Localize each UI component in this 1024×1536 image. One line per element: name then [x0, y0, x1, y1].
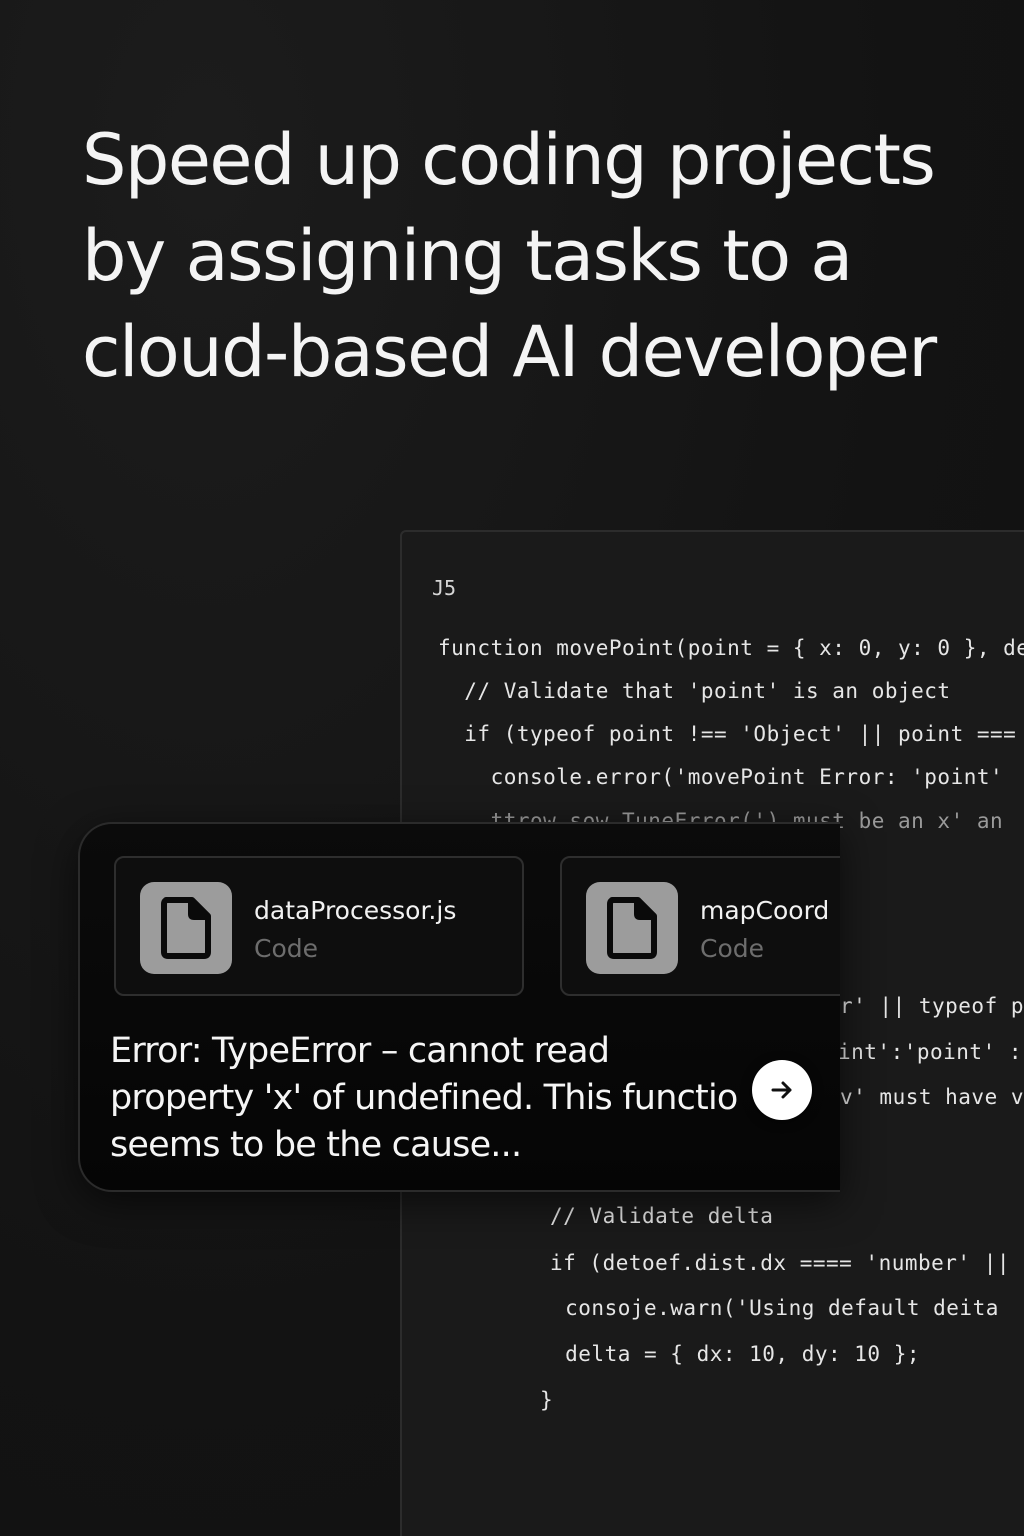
- code-language-label: J5: [432, 576, 457, 600]
- file-icon: [586, 882, 678, 974]
- headline-line-3: cloud-based AI developer: [82, 311, 937, 393]
- task-message-line-3: seems to be the cause...: [110, 1125, 522, 1165]
- code-line: console.error('movePoint Error: 'point': [438, 765, 1004, 789]
- task-message-line-2: property 'x' of undefined. This functio: [110, 1078, 738, 1118]
- code-line: consoje.warn('Using default deita: [552, 1296, 999, 1320]
- code-line: // Validate that 'point' is an object: [438, 679, 951, 703]
- headline-line-2: by assigning tasks to a: [82, 215, 853, 297]
- code-line: int':'point' :: [838, 1040, 1023, 1064]
- code-line: if (detoef.dist.dx ==== 'number' ||: [550, 1251, 1011, 1275]
- file-name: mapCoord: [700, 896, 830, 925]
- code-line: delta = { dx: 10, dy: 10 };: [552, 1342, 921, 1366]
- arrow-right-icon: [771, 1081, 792, 1099]
- task-message: Error: TypeError – cannot read property …: [110, 1028, 810, 1169]
- task-card: dataProcessor.js Code mapCoord Code Erro…: [78, 822, 840, 1192]
- file-chip-mapcoord[interactable]: mapCoord Code: [560, 856, 840, 996]
- file-chip-dataprocessor[interactable]: dataProcessor.js Code: [114, 856, 524, 996]
- code-line: function movePoint(point = { x: 0, y: 0 …: [438, 636, 1024, 660]
- file-type: Code: [700, 934, 765, 963]
- code-line: v' must have v: [840, 1085, 1024, 1109]
- code-line: if (typeof point !== 'Object' || point =…: [438, 722, 1017, 746]
- file-type: Code: [254, 934, 319, 963]
- send-button[interactable]: [752, 1060, 812, 1120]
- code-line: // Validate delta: [550, 1204, 774, 1228]
- file-icon: [140, 882, 232, 974]
- headline-line-1: Speed up coding projects: [82, 119, 936, 201]
- file-name: dataProcessor.js: [254, 896, 457, 925]
- code-line: }: [540, 1388, 554, 1412]
- code-line: r' || typeof p: [840, 994, 1024, 1018]
- task-message-line-1: Error: TypeError – cannot read: [110, 1031, 610, 1071]
- headline: Speed up coding projects by assigning ta…: [82, 112, 982, 400]
